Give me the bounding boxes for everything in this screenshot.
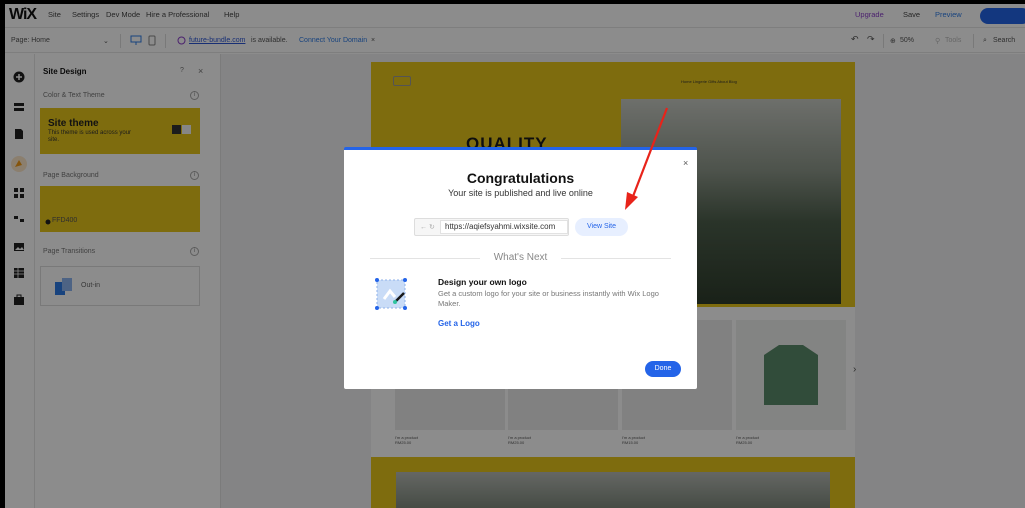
dialog-subtitle: Your site is published and live online [448, 188, 593, 198]
get-a-logo-link[interactable]: Get a Logo [438, 319, 480, 328]
site-url[interactable]: https://aqiefsyahmi.wixsite.com [440, 220, 568, 234]
site-url-box: ← ↻ https://aqiefsyahmi.wixsite.com [414, 218, 569, 236]
logo-maker-icon [375, 278, 407, 310]
close-icon[interactable]: × [683, 158, 688, 168]
publish-success-dialog: × Congratulations Your site is published… [344, 147, 697, 389]
browser-nav-icons: ← ↻ [420, 224, 435, 231]
logo-maker-title: Design your own logo [438, 277, 527, 287]
divider [561, 258, 671, 259]
done-button[interactable]: Done [645, 361, 681, 377]
editor-window: WiX Site Settings Dev Mode Hire a Profes… [5, 4, 1025, 508]
logo-maker-description: Get a custom logo for your site or busin… [438, 289, 659, 308]
view-site-button[interactable]: View Site [575, 218, 628, 236]
dialog-title: Congratulations [466, 170, 575, 186]
